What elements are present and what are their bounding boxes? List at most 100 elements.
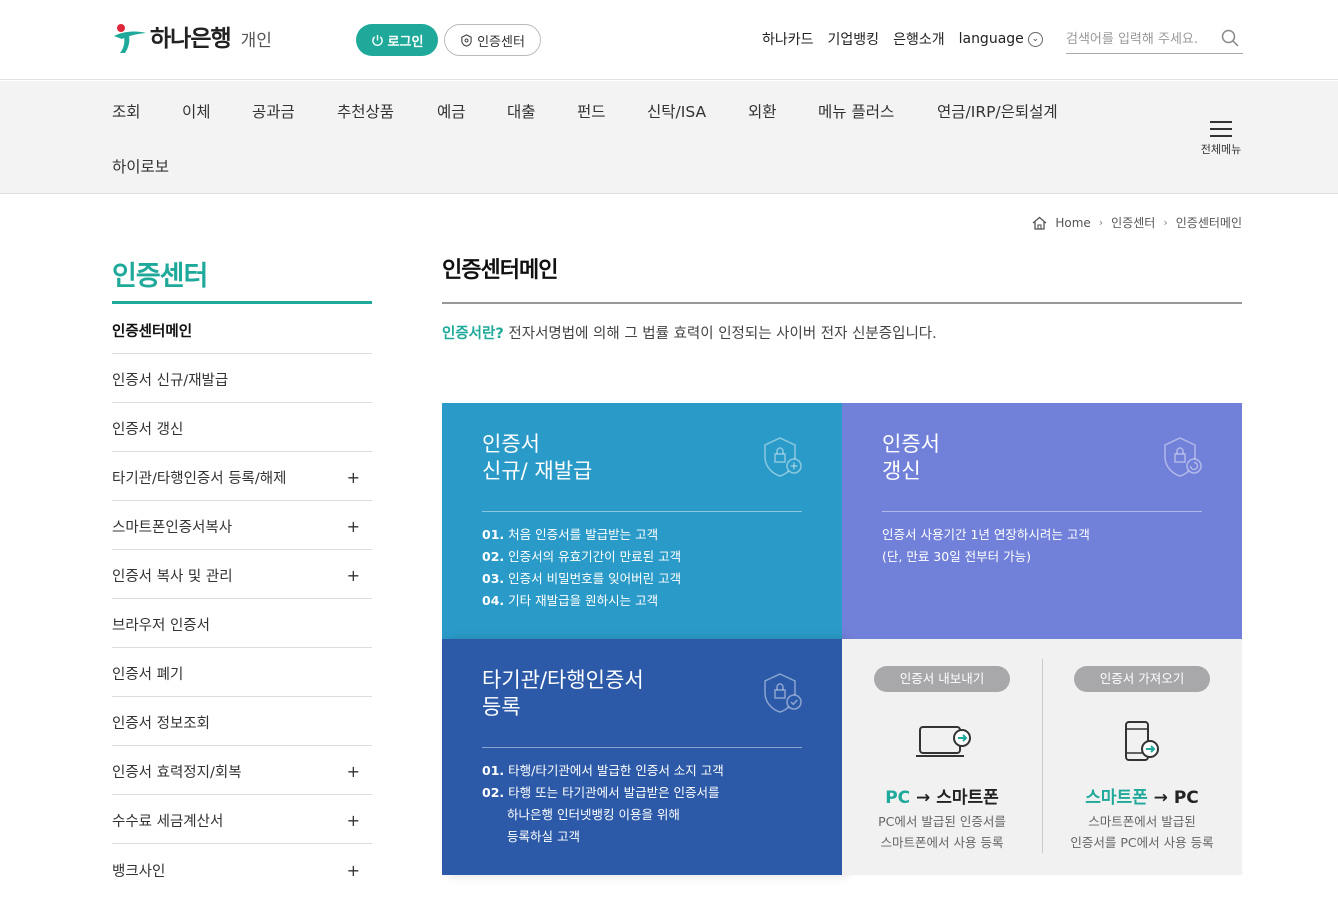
list-item-cont: 등록하실 고객 [507, 829, 580, 844]
intro-body: 전자서명법에 의해 그 법률 효력이 인정되는 사이버 전자 신분증입니다. [503, 326, 937, 342]
plus-icon[interactable]: + [347, 566, 360, 585]
lnb-item-tax-invoice[interactable]: 수수료 세금계산서 + [112, 795, 372, 844]
lnb-title: 인증센터 [112, 261, 208, 292]
all-menu-label: 전체메뉴 [1200, 143, 1242, 156]
logo-sub: 개인 [240, 31, 272, 51]
list-item: 인증서 사용기간 1년 연장하시려는 고객 [882, 527, 1090, 542]
logo-text: 하나은행 [150, 26, 232, 52]
plus-icon[interactable]: + [347, 762, 360, 781]
gnb-item-transfer[interactable]: 이체 [182, 100, 211, 122]
plus-icon[interactable]: + [347, 811, 360, 830]
smartphone-arrow-icon [1125, 721, 1159, 761]
search-input[interactable] [1066, 26, 1216, 52]
breadcrumb: Home › 인증센터 › 인증센터메인 [1032, 214, 1242, 231]
gnb-item-inquiry[interactable]: 조회 [112, 100, 141, 122]
gnb-item-utility[interactable]: 공과금 [252, 100, 295, 122]
card-divider [482, 747, 802, 748]
global-nav: 조회 이체 공과금 추천상품 예금 대출 펀드 신탁/ISA 외환 메뉴 플러스… [0, 81, 1338, 194]
login-button[interactable]: 로그인 [356, 24, 438, 56]
card-list: 01. 타행/타기관에서 발급한 인증서 소지 고객 02. 타행 또는 타기관에서… [482, 760, 724, 848]
gnb-item-hirobo[interactable]: 하이로보 [112, 155, 169, 177]
cert-center-label: 인증센터 [477, 34, 525, 50]
list-item: 03. 인증서 비밀번호를 잊어버린 고객 [482, 571, 682, 586]
hana-logo-icon [112, 20, 148, 54]
shield-plus-icon [764, 437, 802, 477]
list-item-cont: 하나은행 인터넷뱅킹 이용을 위해 [507, 807, 680, 822]
import-desc: 스마트폰에서 발급된 인증서를 PC에서 사용 등록 [1070, 814, 1214, 850]
import-title: 스마트폰 → PC [1085, 788, 1199, 808]
top-link-corporate[interactable]: 기업뱅킹 [828, 29, 880, 49]
laptop-arrow-icon [916, 726, 971, 757]
lnb-item-banksign[interactable]: 뱅크사인 + [112, 844, 372, 893]
top-links: 하나카드 기업뱅킹 은행소개 language ⌄ [762, 29, 1043, 49]
export-pill: 인증서 내보내기 [874, 666, 1010, 692]
gnb-item-forex[interactable]: 외환 [748, 100, 777, 122]
lnb-item-info[interactable]: 인증서 정보조회 [112, 697, 372, 746]
export-title: PC → 스마트폰 [885, 788, 999, 808]
card-divider [882, 511, 1202, 512]
list-item: 01. 타행/타기관에서 발급한 인증서 소지 고객 [482, 763, 724, 778]
lnb-item-other-register[interactable]: 타기관/타행인증서 등록/해제 + [112, 452, 372, 501]
language-selector[interactable]: language ⌄ [959, 29, 1043, 49]
lnb-item-suspend[interactable]: 인증서 효력정지/회복 + [112, 746, 372, 795]
card-new-reissue[interactable]: 인증서 신규/ 재발급 01. 처음 인증서를 발급받는 고객 02. 인증서의 유… [442, 403, 842, 639]
plus-icon[interactable]: + [347, 861, 360, 880]
search-icon[interactable] [1221, 29, 1239, 47]
top-link-hanacard[interactable]: 하나카드 [762, 29, 814, 49]
lnb-title-underline [112, 301, 372, 304]
hana-bank-logo[interactable]: 하나은행 개인 [112, 20, 272, 54]
shield-icon [461, 33, 472, 47]
lnb-item-revoke[interactable]: 인증서 폐기 [112, 648, 372, 697]
plus-icon[interactable]: + [347, 517, 360, 536]
top-link-about[interactable]: 은행소개 [893, 29, 945, 49]
home-icon[interactable] [1032, 216, 1047, 230]
card-title: 타기관/타행인증서 등록 [482, 668, 644, 719]
export-desc: PC에서 발급된 인증서를 스마트폰에서 사용 등록 [878, 814, 1006, 850]
breadcrumb-current: 인증센터메인 [1175, 216, 1242, 230]
list-item: 04. 기타 재발급을 원하시는 고객 [482, 593, 659, 608]
lnb-item-browser-cert[interactable]: 브라우저 인증서 [112, 599, 372, 648]
lnb-item-renew[interactable]: 인증서 갱신 [112, 403, 372, 452]
card-list: 인증서 사용기간 1년 연장하시려는 고객 (단, 만료 30일 전부터 가능) [882, 524, 1090, 568]
list-item: 02. 인증서의 유효기간이 만료된 고객 [482, 549, 682, 564]
shield-check-icon [764, 673, 802, 713]
list-item: 01. 처음 인증서를 발급받는 고객 [482, 527, 659, 542]
power-icon [371, 34, 383, 46]
gnb-item-pension[interactable]: 연금/IRP/은퇴설계 [937, 100, 1058, 122]
shield-refresh-icon [1164, 437, 1202, 477]
card-other-register[interactable]: 타기관/타행인증서 등록 01. 타행/타기관에서 발급한 인증서 소지 고객 0… [442, 639, 842, 875]
page-title: 인증센터메인 [442, 258, 558, 283]
cert-center-button[interactable]: 인증센터 [444, 24, 541, 56]
list-item: 02. 타행 또는 타기관에서 발급받은 인증서를 [482, 785, 720, 800]
chevron-down-icon: ⌄ [1027, 31, 1043, 47]
gnb-item-deposit[interactable]: 예금 [437, 100, 466, 122]
lnb-item-copy-manage[interactable]: 인증서 복사 및 관리 + [112, 550, 372, 599]
card-renew[interactable]: 인증서 갱신 인증서 사용기간 1년 연장하시려는 고객 (단, 만료 30일 … [842, 403, 1242, 639]
gnb-item-trust[interactable]: 신탁/ISA [647, 100, 706, 122]
card-divider [482, 511, 802, 512]
list-item: (단, 만료 30일 전부터 가능) [882, 549, 1032, 564]
export-section[interactable]: 인증서 내보내기 PC → 스마트폰 PC에서 발급된 인증서를 스마트폰에서 … [842, 639, 1042, 875]
lnb-menu: 인증센터메인 인증서 신규/재발급 인증서 갱신 타기관/타행인증서 등록/해제… [112, 305, 372, 893]
login-label: 로그인 [387, 34, 424, 50]
import-pill: 인증서 가져오기 [1074, 666, 1210, 692]
breadcrumb-home[interactable]: Home [1055, 216, 1090, 230]
gnb-item-loan[interactable]: 대출 [507, 100, 536, 122]
import-section[interactable]: 인증서 가져오기 스마트폰 → PC 스마트폰에서 발급된 인증서를 PC에서 … [1042, 639, 1242, 875]
header: 하나은행 개인 로그인 인증센터 하나카드 기업뱅킹 은행소개 language… [0, 0, 1338, 80]
plus-icon[interactable]: + [347, 468, 360, 487]
intro-text: 인증서란? 전자서명법에 의해 그 법률 효력이 인정되는 사이버 전자 신분증… [442, 322, 937, 343]
lnb-item-smartphone-copy[interactable]: 스마트폰인증서복사 + [112, 501, 372, 550]
lnb-item-new-reissue[interactable]: 인증서 신규/재발급 [112, 354, 372, 403]
gnb-item-menu-plus[interactable]: 메뉴 플러스 [818, 100, 894, 122]
chevron-right-icon: › [1098, 216, 1104, 229]
card-list: 01. 처음 인증서를 발급받는 고객 02. 인증서의 유효기간이 만료된 고객 … [482, 524, 681, 612]
all-menu-button[interactable]: 전체메뉴 [1196, 121, 1246, 157]
card-title: 인증서 갱신 [882, 432, 940, 483]
card-export-import: 인증서 내보내기 PC → 스마트폰 PC에서 발급된 인증서를 스마트폰에서 … [842, 639, 1242, 875]
lnb-item-main[interactable]: 인증센터메인 [112, 305, 372, 354]
gnb-item-recommended[interactable]: 추천상품 [337, 100, 394, 122]
gnb-item-fund[interactable]: 펀드 [577, 100, 606, 122]
card-title: 인증서 신규/ 재발급 [482, 432, 593, 483]
breadcrumb-cert-center[interactable]: 인증센터 [1111, 214, 1155, 231]
